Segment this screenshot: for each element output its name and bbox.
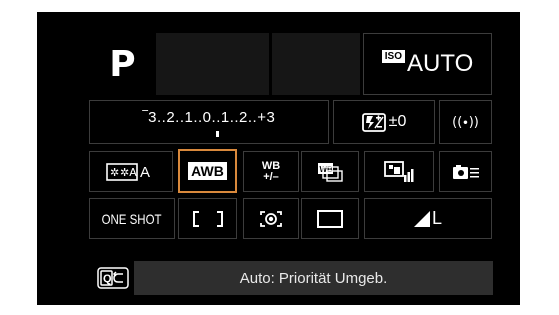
quick-return-button[interactable]: Q bbox=[96, 263, 129, 292]
svg-text:✲A: ✲A bbox=[120, 166, 137, 179]
image-quality-label: L bbox=[431, 208, 442, 228]
wireless-setting[interactable]: ((•)) bbox=[439, 100, 492, 144]
af-area-icon bbox=[192, 210, 223, 227]
wb-shift-bracketing[interactable]: WB +/– bbox=[243, 151, 299, 192]
wb-bracketing[interactable]: WB bbox=[301, 151, 359, 192]
auto-lighting-optimizer[interactable] bbox=[364, 151, 434, 192]
status-text: Auto: Priorität Umgeb. bbox=[239, 269, 388, 287]
svg-text:Q: Q bbox=[103, 273, 112, 285]
wb-bracketing-icon: WB bbox=[317, 162, 343, 182]
evaluative-metering-icon bbox=[259, 210, 283, 228]
wb-shift-bottom: +/– bbox=[263, 170, 279, 183]
iso-value: AUTO bbox=[407, 50, 474, 77]
iso-badge: ISO bbox=[381, 49, 405, 63]
svg-text:✲: ✲ bbox=[110, 166, 119, 179]
quick-control-screen: P ISO AUTO ‾3..2..1..0..1..2..+3 ±0 ((•)… bbox=[37, 12, 520, 305]
status-bar: Auto: Priorität Umgeb. bbox=[134, 261, 493, 295]
quality-wedge-icon bbox=[413, 210, 430, 227]
flash-comp-value: ±0 bbox=[388, 113, 407, 130]
af-area[interactable] bbox=[178, 198, 237, 239]
alo-icon bbox=[384, 160, 414, 183]
iso-setting[interactable]: ISO AUTO bbox=[363, 33, 492, 95]
q-return-icon: Q bbox=[96, 266, 129, 289]
flash-comp-icon bbox=[361, 112, 386, 132]
single-shot-icon bbox=[317, 209, 343, 228]
exposure-scale: ‾3..2..1..0..1..2..+3 bbox=[142, 108, 276, 126]
white-balance[interactable]: AWB bbox=[178, 149, 237, 193]
wb-shift-top: WB bbox=[261, 159, 281, 172]
picture-style-icon: ✲ ✲A A bbox=[106, 162, 156, 181]
drive-mode[interactable] bbox=[301, 198, 359, 239]
custom-controls[interactable] bbox=[439, 151, 492, 192]
blank-slot-2 bbox=[272, 33, 360, 95]
metering-mode[interactable] bbox=[243, 198, 299, 239]
exposure-compensation[interactable]: ‾3..2..1..0..1..2..+3 bbox=[89, 100, 329, 144]
awb-label: AWB bbox=[188, 162, 227, 180]
camera-menu-icon bbox=[452, 163, 480, 181]
shooting-mode-label: P bbox=[109, 43, 136, 85]
af-operation-label: ONE SHOT bbox=[102, 210, 162, 227]
blank-slot-1 bbox=[156, 33, 269, 95]
shooting-mode[interactable]: P bbox=[89, 33, 156, 95]
flash-exposure-compensation[interactable]: ±0 bbox=[333, 100, 435, 144]
af-operation[interactable]: ONE SHOT bbox=[89, 198, 175, 239]
exposure-indicator bbox=[216, 131, 219, 137]
picture-style[interactable]: ✲ ✲A A bbox=[89, 151, 173, 192]
image-quality[interactable]: L bbox=[364, 198, 492, 239]
svg-text:A: A bbox=[140, 164, 150, 181]
wireless-icon: ((•)) bbox=[452, 114, 479, 130]
